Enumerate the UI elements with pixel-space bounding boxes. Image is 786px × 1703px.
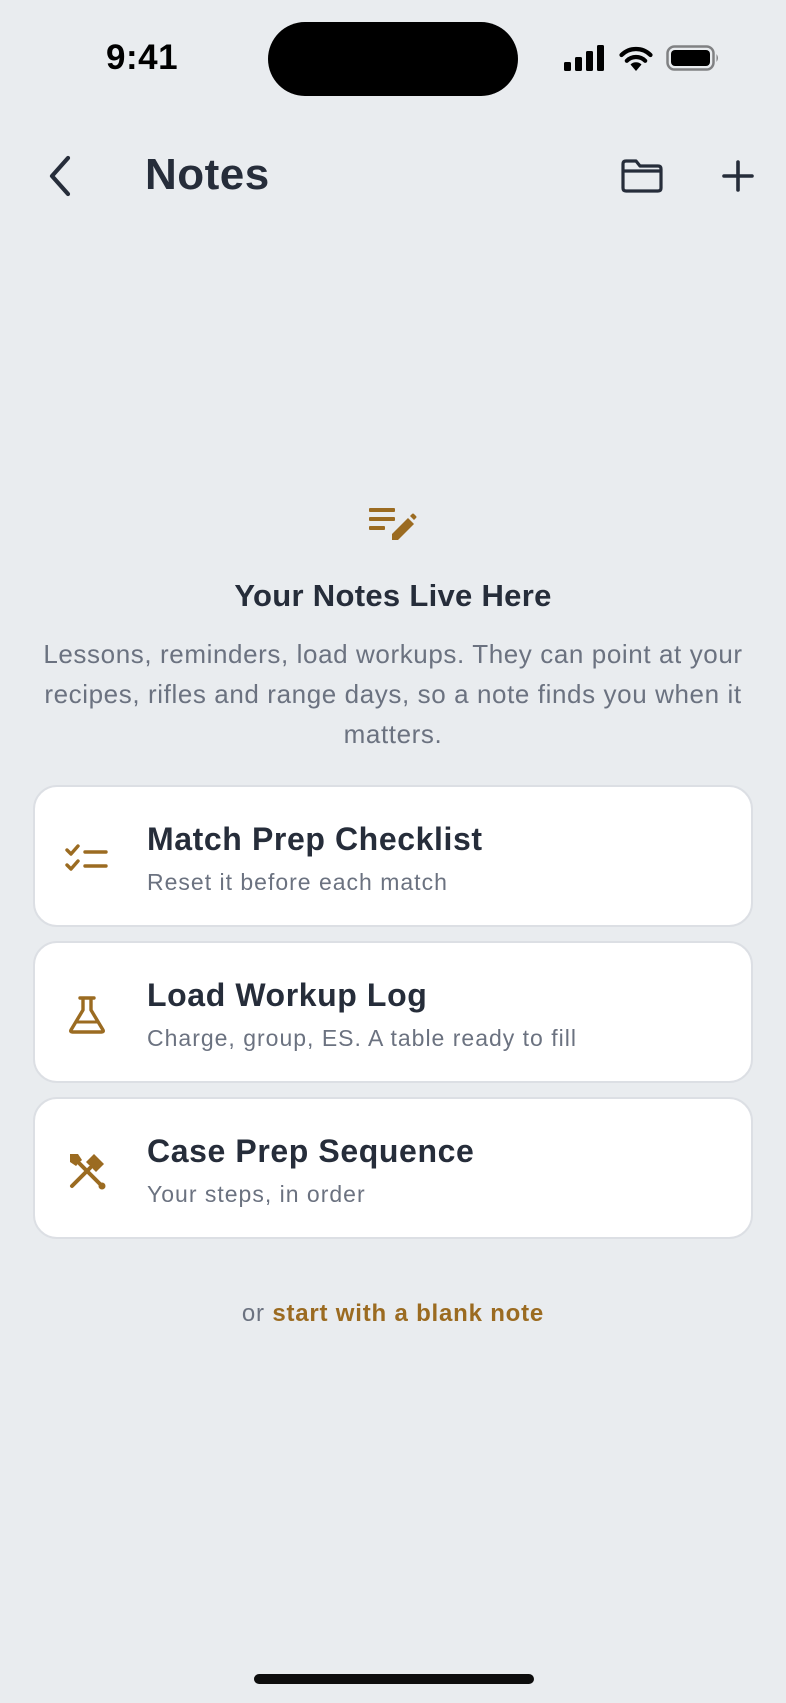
status-time: 9:41 (106, 38, 179, 77)
empty-state-title: Your Notes Live Here (234, 578, 552, 613)
cellular-signal-icon (564, 45, 604, 71)
template-subtitle: Charge, group, ES. A table ready to fill (147, 1025, 577, 1051)
blank-note-link[interactable]: start with a blank note (272, 1300, 544, 1327)
template-subtitle: Your steps, in order (147, 1181, 366, 1207)
back-button[interactable] (36, 148, 84, 204)
battery-icon (666, 45, 718, 71)
blank-note-row: or start with a blank note (0, 1300, 786, 1328)
status-icons (564, 42, 720, 74)
status-bar: 9:41 (0, 0, 786, 120)
add-note-button[interactable] (712, 148, 764, 204)
dynamic-island (268, 22, 518, 96)
plus-icon (722, 160, 754, 192)
template-card-load-workup[interactable]: Load Workup Log Charge, group, ES. A tab… (33, 941, 753, 1083)
edit-note-icon (369, 508, 417, 540)
notes-screen: 9:41 Notes Your Notes Live Here Lessons,… (0, 0, 786, 1703)
template-card-match-prep[interactable]: Match Prep Checklist Reset it before eac… (33, 785, 753, 927)
flask-icon (69, 996, 105, 1034)
page-title: Notes (145, 150, 270, 199)
template-card-case-prep[interactable]: Case Prep Sequence Your steps, in order (33, 1097, 753, 1239)
home-indicator[interactable] (254, 1674, 534, 1684)
empty-state-description: Lessons, reminders, load workups. They c… (43, 639, 743, 749)
nav-bar: Notes (0, 132, 786, 216)
chevron-left-icon (49, 155, 71, 197)
folders-button[interactable] (614, 150, 670, 202)
template-title: Match Prep Checklist (147, 821, 483, 857)
folder-icon (621, 159, 663, 193)
wifi-icon (619, 46, 653, 71)
template-title: Case Prep Sequence (147, 1133, 475, 1169)
or-text: or (241, 1300, 265, 1327)
template-title: Load Workup Log (147, 977, 428, 1013)
checklist-icon (65, 844, 108, 871)
template-subtitle: Reset it before each match (147, 869, 448, 895)
tools-icon (70, 1154, 106, 1190)
